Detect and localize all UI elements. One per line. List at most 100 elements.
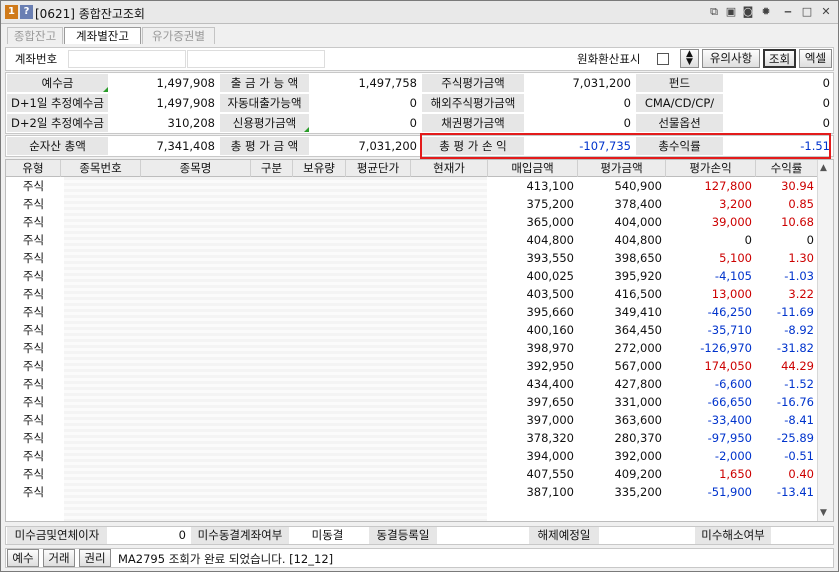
table-row[interactable]: 주식 387,100 335,200 -51,900 -13.41: [6, 483, 818, 501]
table-row[interactable]: 주식 413,100 540,900 127,800 30.94: [6, 177, 818, 195]
cell-eval-amount: 416,500: [614, 287, 662, 301]
vertical-scrollbar[interactable]: ▲ ▼: [817, 160, 833, 521]
col-buy-amount[interactable]: 매입금액: [488, 160, 578, 177]
gear-icon[interactable]: ✹: [759, 4, 773, 20]
table-row[interactable]: 주식 400,025 395,920 -4,105 -1.03: [6, 267, 818, 285]
arrears-cleared-label: 미수해소여부: [695, 527, 771, 544]
account-name-field: [187, 50, 325, 68]
auto-loan-value: 0: [311, 94, 420, 112]
table-row[interactable]: 주식 378,320 280,370 -97,950 -25.89: [6, 429, 818, 447]
maximize-icon[interactable]: □: [800, 4, 814, 20]
cell-eval-amount: 404,000: [614, 215, 662, 229]
table-row[interactable]: 주식 375,200 378,400 3,200 0.85: [6, 195, 818, 213]
tab-account-balance[interactable]: 계좌별잔고: [64, 27, 141, 44]
caution-button[interactable]: 유의사항: [702, 49, 760, 68]
cell-buy-amount: 398,970: [526, 341, 574, 355]
cell-eval-amount: 404,800: [614, 233, 662, 247]
table-row[interactable]: 주식 404,800 404,800 0 0: [6, 231, 818, 249]
table-row[interactable]: 주식 392,950 567,000 174,050 44.29: [6, 357, 818, 375]
col-type[interactable]: 유형: [6, 160, 61, 177]
cell-return: -16.76: [776, 395, 814, 409]
summary-panel: 예수금 1,497,908 출 금 가 능 액 1,497,758 주식평가금액…: [5, 72, 834, 134]
cell-buy-amount: 392,950: [526, 359, 574, 373]
main-window: 1 ? [0621] 종합잔고조회 ⧉ ▣ ◙ ✹ ‒ □ ✕ 종합잔고 계좌별…: [0, 0, 839, 572]
scroll-down-icon[interactable]: ▼: [820, 508, 827, 518]
close-icon[interactable]: ✕: [819, 4, 833, 20]
lock-icon[interactable]: ▣: [724, 4, 738, 20]
screen-number-icon[interactable]: 1: [5, 5, 18, 19]
col-current[interactable]: 현재가: [411, 160, 488, 177]
cell-buy-amount: 400,025: [526, 269, 574, 283]
arrears-label: 미수금및연체이자: [7, 527, 107, 544]
camera-icon[interactable]: ◙: [741, 4, 755, 20]
col-kind[interactable]: 구분: [251, 160, 293, 177]
table-row[interactable]: 주식 397,000 363,600 -33,400 -8.41: [6, 411, 818, 429]
cell-type: 주식: [22, 359, 45, 373]
table-row[interactable]: 주식 395,660 349,410 -46,250 -11.69: [6, 303, 818, 321]
table-row[interactable]: 주식 398,970 272,000 -126,970 -31.82: [6, 339, 818, 357]
col-return[interactable]: 수익률: [756, 160, 818, 177]
cell-return: 30.94: [781, 179, 814, 193]
account-number-input[interactable]: [68, 50, 186, 68]
cell-return: 0.85: [788, 197, 814, 211]
col-pl[interactable]: 평가손익: [666, 160, 756, 177]
cell-buy-amount: 413,100: [526, 179, 574, 193]
table-row[interactable]: 주식 365,000 404,000 39,000 10.68: [6, 213, 818, 231]
cell-eval-amount: 280,370: [614, 431, 662, 445]
cell-eval-amount: 335,200: [614, 485, 662, 499]
foreign-stock-value: 0: [526, 94, 634, 112]
cell-type: 주식: [22, 377, 45, 391]
table-row[interactable]: 주식 400,160 364,450 -35,710 -8.92: [6, 321, 818, 339]
tab-securities[interactable]: 유가증권별: [142, 27, 215, 44]
table-row[interactable]: 주식 407,550 409,200 1,650 0.40: [6, 465, 818, 483]
d1-deposit-value: 1,497,908: [110, 94, 218, 112]
highlight-box: [420, 133, 831, 159]
cell-return: 3.22: [788, 287, 814, 301]
fx-checkbox[interactable]: [657, 53, 669, 65]
col-name[interactable]: 종목명: [141, 160, 251, 177]
trade-button[interactable]: 거래: [43, 549, 75, 567]
query-button[interactable]: 조회: [763, 49, 796, 68]
cell-buy-amount: 365,000: [526, 215, 574, 229]
col-code[interactable]: 종목번호: [61, 160, 141, 177]
updown-stepper[interactable]: ▲ ▼: [680, 49, 699, 68]
excel-button[interactable]: 엑셀: [799, 49, 832, 68]
table-row[interactable]: 주식 394,000 392,000 -2,000 -0.51: [6, 447, 818, 465]
cell-buy-amount: 375,200: [526, 197, 574, 211]
table-row[interactable]: 주식 397,650 331,000 -66,650 -16.76: [6, 393, 818, 411]
cell-type: 주식: [22, 215, 45, 229]
col-avg-price[interactable]: 평균단가: [346, 160, 411, 177]
minimize-icon[interactable]: ‒: [781, 4, 795, 20]
cell-type: 주식: [22, 197, 45, 211]
account-label: 계좌번호: [8, 50, 64, 68]
arrears-value: 0: [109, 527, 189, 544]
info-marker-icon: [304, 127, 309, 132]
cell-type: 주식: [22, 413, 45, 427]
cell-pl: -51,900: [707, 485, 752, 499]
d1-deposit-label: D+1일 추정예수금: [7, 94, 108, 112]
cell-return: 0: [806, 233, 814, 247]
table-row[interactable]: 주식 393,550 398,650 5,100 1.30: [6, 249, 818, 267]
copy-icon[interactable]: ⧉: [707, 4, 721, 20]
rights-button[interactable]: 권리: [79, 549, 111, 567]
tab-total-balance[interactable]: 종합잔고: [7, 27, 63, 44]
cell-pl: -2,000: [714, 449, 752, 463]
cell-pl: 174,050: [704, 359, 752, 373]
info-marker-icon: [103, 87, 108, 92]
net-asset-label: 순자산 총액: [7, 137, 108, 155]
freeze-status-value: 미동결: [291, 527, 367, 544]
cma-value: 0: [725, 94, 833, 112]
holdings-grid[interactable]: 유형 종목번호 종목명 구분 보유량 평균단가 현재가 매입금액 평가금액 평가…: [5, 159, 834, 522]
col-eval-amount[interactable]: 평가금액: [578, 160, 666, 177]
scroll-up-icon[interactable]: ▲: [820, 163, 827, 173]
cell-type: 주식: [22, 251, 45, 265]
cell-pl: -35,710: [707, 323, 752, 337]
table-row[interactable]: 주식 434,400 427,800 -6,600 -1.52: [6, 375, 818, 393]
col-qty[interactable]: 보유량: [293, 160, 346, 177]
fund-value: 0: [725, 74, 833, 92]
table-row[interactable]: 주식 403,500 416,500 13,000 3.22: [6, 285, 818, 303]
deposit-button[interactable]: 예수: [7, 549, 39, 567]
help-icon[interactable]: ?: [20, 5, 33, 19]
stock-eval-value: 7,031,200: [526, 74, 634, 92]
freeze-status-label: 미수동결계좌여부: [191, 527, 289, 544]
